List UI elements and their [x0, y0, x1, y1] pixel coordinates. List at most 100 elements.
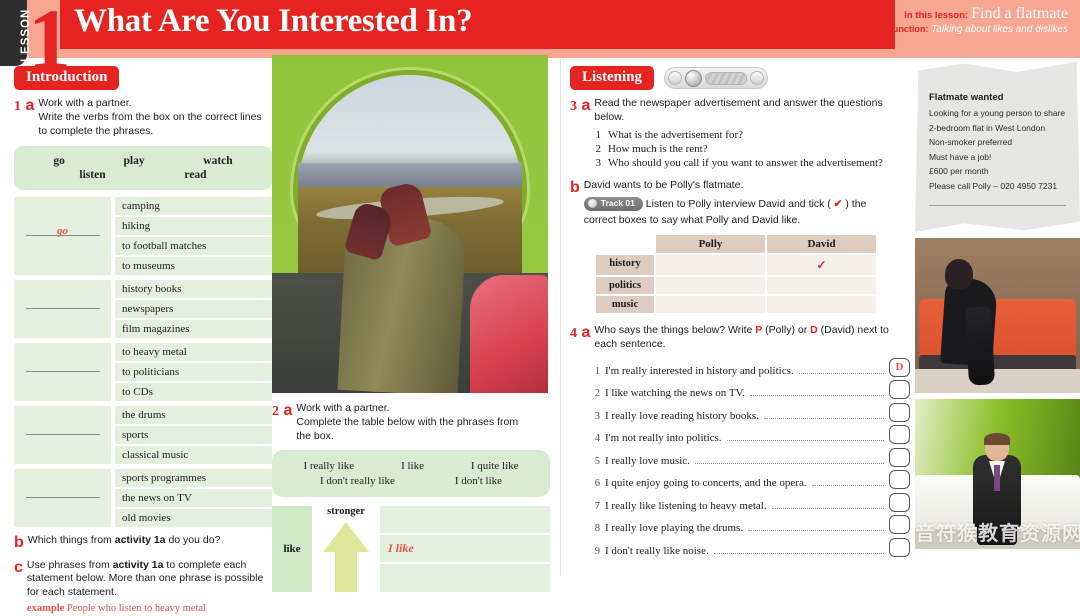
dotted-leader	[713, 552, 884, 554]
up-arrow-stem	[335, 549, 357, 592]
verb-read: read	[184, 168, 207, 181]
ad-title: Flatmate wanted	[929, 92, 1004, 103]
phrase-quite-like: I quite like	[470, 459, 519, 472]
ad-line: Non-smoker preferred	[929, 137, 1013, 147]
dotted-leader	[771, 507, 884, 509]
statement-number: 7	[594, 500, 600, 512]
site-watermark: 音符猴教育资源网	[915, 521, 1080, 545]
task-4a-line2: each sentence.	[594, 338, 666, 351]
task-4a-line1-post: (David) next to	[817, 324, 889, 337]
progress-bar[interactable]	[705, 71, 748, 85]
task-1b-bold: activity 1a	[114, 533, 166, 546]
woman-on-orange-sofa-photo	[915, 238, 1080, 393]
ladder-cell-empty[interactable]	[380, 564, 550, 592]
ladder-cell-filled[interactable]: I like	[380, 534, 550, 563]
play-icon[interactable]	[668, 71, 683, 85]
answer-box[interactable]	[889, 447, 910, 467]
cell-polly-history[interactable]	[656, 255, 765, 276]
phrase-cell: newspapers	[115, 299, 272, 318]
statement-text: I really love reading history books.	[605, 409, 759, 422]
answer-line[interactable]	[14, 405, 111, 464]
statement-text: I don't really like noise.	[605, 544, 709, 557]
task-2a: 2 a Work with a partner. Complete the ta…	[272, 402, 550, 444]
audio-player[interactable]	[664, 67, 769, 89]
answer-text: go	[57, 224, 68, 237]
answer-line[interactable]	[14, 279, 111, 338]
phrase-cell: the drums	[115, 405, 272, 424]
task-1c-letter: c	[14, 558, 23, 576]
answer-line[interactable]: go	[14, 196, 111, 275]
record-icon[interactable]	[685, 69, 703, 87]
question-number: 2	[595, 142, 602, 155]
task-3b-line1: David wants to be Polly's flatmate.	[583, 178, 744, 191]
phrase-cell: to heavy metal	[115, 342, 272, 361]
statement-number: 6	[594, 478, 600, 490]
ladder-cell-empty[interactable]	[380, 505, 550, 533]
up-arrow-icon	[323, 521, 369, 552]
task-3a-questions: 1 What is the advertisement for? 2 How m…	[592, 129, 910, 169]
answer-box[interactable]	[889, 492, 910, 512]
task-3a-text: Read the newspaper advertisement and ans…	[594, 97, 883, 123]
answer-box[interactable]: D	[889, 357, 910, 377]
task-1c: c Use phrases from activity 1a to comple…	[14, 559, 272, 616]
cell-polly-music[interactable]	[656, 296, 765, 314]
answer-box[interactable]	[889, 537, 910, 557]
phrase-dont-like: I don't like	[454, 474, 503, 487]
task-4a-number: 4	[570, 326, 577, 342]
answer-box[interactable]	[889, 515, 910, 535]
statement-row: 7 I really like listening to heavy metal…	[590, 492, 910, 512]
question-text: What is the advertisement for?	[608, 128, 744, 141]
answer-box[interactable]	[889, 470, 910, 490]
lesson-tab-label: LESSON	[20, 8, 32, 62]
task-1c-pre: Use phrases from	[26, 558, 113, 571]
listening-pill: Listening	[570, 66, 655, 90]
task-4a-line1-pre: Who says the things below? Write	[594, 324, 756, 337]
answer-box[interactable]	[889, 402, 910, 422]
man-in-suit-on-white-sofa-photo: 音符猴教育资源网	[915, 399, 1080, 549]
task-2a-number: 2	[272, 404, 279, 419]
task-3a-number: 3	[570, 99, 577, 114]
phrase-cell: to CDs	[115, 382, 272, 401]
verb-go: go	[53, 154, 65, 167]
answer-line[interactable]	[14, 468, 111, 527]
task-2a-line3: the box.	[296, 429, 334, 442]
lesson-tab: LESSON	[0, 0, 32, 66]
ad-line: 2-bedroom flat in West London	[929, 122, 1046, 133]
like-phrase-box: I really like I like I quite like I don'…	[272, 449, 550, 497]
statement-number: 1	[594, 365, 600, 377]
task-3b-line2-post: ) the	[842, 197, 867, 210]
statement-row: 1 I'm really interested in history and p…	[590, 357, 910, 377]
answer-line[interactable]	[14, 342, 111, 401]
task-1b-post: do you do?	[165, 533, 221, 546]
like-strength-ladder: like stronger I like	[272, 505, 550, 592]
task-1a: 1 a Work with a partner. Write the verbs…	[14, 97, 272, 139]
row-label-politics: politics	[596, 277, 654, 295]
verb-word-box: go play watch listen read	[14, 145, 272, 190]
task-1a-number: 1	[14, 99, 21, 114]
task-2a-line1: Work with a partner.	[296, 402, 390, 414]
cell-david-history[interactable]: ✓	[767, 255, 876, 276]
answer-box[interactable]	[889, 380, 910, 400]
statement-number: 5	[594, 455, 600, 467]
phrase-group: to heavy metal to politicians to CDs	[14, 342, 272, 401]
task-1a-line3: to complete the phrases.	[38, 124, 154, 137]
phrase-group: the drums sports classical music	[14, 405, 272, 464]
statement-number: 4	[594, 433, 600, 445]
task-2a-line2: Complete the table below with the phrase…	[296, 415, 519, 428]
column-divider	[560, 58, 561, 576]
track-label: Track 01	[600, 197, 635, 208]
task-1b: b Which things from activity 1a do you d…	[14, 534, 272, 552]
play-icon	[587, 198, 597, 208]
answer-box[interactable]	[889, 425, 910, 445]
cell-polly-politics[interactable]	[656, 277, 765, 295]
settings-icon[interactable]	[750, 71, 765, 85]
d-letter: D	[810, 324, 818, 337]
cell-david-politics[interactable]	[767, 277, 876, 295]
task-1b-pre: Which things from	[27, 533, 115, 546]
phrase-cell: to football matches	[115, 236, 272, 255]
track-badge[interactable]: Track 01	[583, 196, 643, 211]
question-row: 2 How much is the rent?	[592, 143, 910, 155]
sidebar-media-column: Flatmate wanted Looking for a young pers…	[915, 60, 1080, 549]
listening-column: Listening 3 a Read the newspaper adverti…	[570, 66, 910, 560]
cell-david-music[interactable]	[767, 296, 876, 314]
